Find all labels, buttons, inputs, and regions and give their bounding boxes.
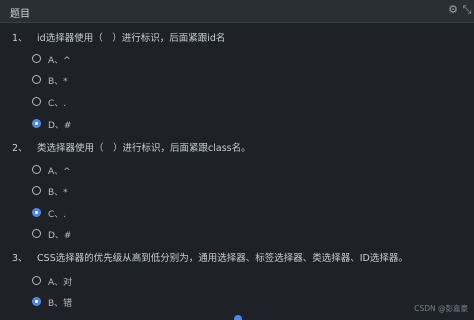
question-text: CSS选择器的优先级从高到低分别为，通用选择器、标签选择器、类选择器、ID选择器…: [37, 253, 408, 264]
title-bar: 题目 ⚙ ⤡: [0, 0, 474, 23]
gear-icon[interactable]: ⚙: [446, 3, 460, 17]
question-number: 2、: [12, 143, 28, 154]
radio-button[interactable]: [32, 276, 41, 285]
option-label: D、#: [48, 231, 72, 241]
radio-button-checked[interactable]: [32, 297, 41, 306]
watermark: CSDN @彭嘉豪: [414, 304, 468, 313]
option-label: A、^: [48, 56, 71, 66]
radio-button-checked[interactable]: [32, 119, 41, 128]
radio-button[interactable]: [32, 75, 41, 84]
option-label: B、错: [48, 299, 73, 309]
option-label: A、^: [48, 167, 71, 177]
radio-button[interactable]: [32, 97, 41, 106]
option-label: B、*: [48, 188, 68, 198]
question-number: 3、: [12, 253, 28, 264]
option-label: A、对: [48, 278, 73, 288]
option-label: B、*: [48, 77, 68, 87]
option-label: C、.: [48, 99, 67, 109]
scroll-indicator[interactable]: [234, 315, 242, 320]
collapse-icon[interactable]: ⤡: [460, 3, 474, 17]
question-3: 3、 CSS选择器的优先级从高到低分别为，通用选择器、标签选择器、类选择器、ID…: [12, 250, 408, 264]
radio-button[interactable]: [32, 165, 41, 174]
question-2: 2、 类选择器使用（ ）进行标识，后面紧跟class名。: [12, 140, 251, 154]
question-1: 1、 id选择器使用（ ）进行标识，后面紧跟id名: [12, 30, 225, 44]
radio-button[interactable]: [32, 54, 41, 63]
radio-button[interactable]: [32, 186, 41, 195]
option-label: D、#: [48, 121, 72, 131]
radio-button[interactable]: [32, 229, 41, 238]
radio-button-checked[interactable]: [32, 208, 41, 217]
page-title: 题目: [10, 9, 30, 20]
question-text: id选择器使用（ ）进行标识，后面紧跟id名: [37, 33, 226, 44]
question-number: 1、: [12, 33, 28, 44]
question-text: 类选择器使用（ ）进行标识，后面紧跟class名。: [37, 143, 251, 154]
option-label: C、.: [48, 210, 67, 220]
